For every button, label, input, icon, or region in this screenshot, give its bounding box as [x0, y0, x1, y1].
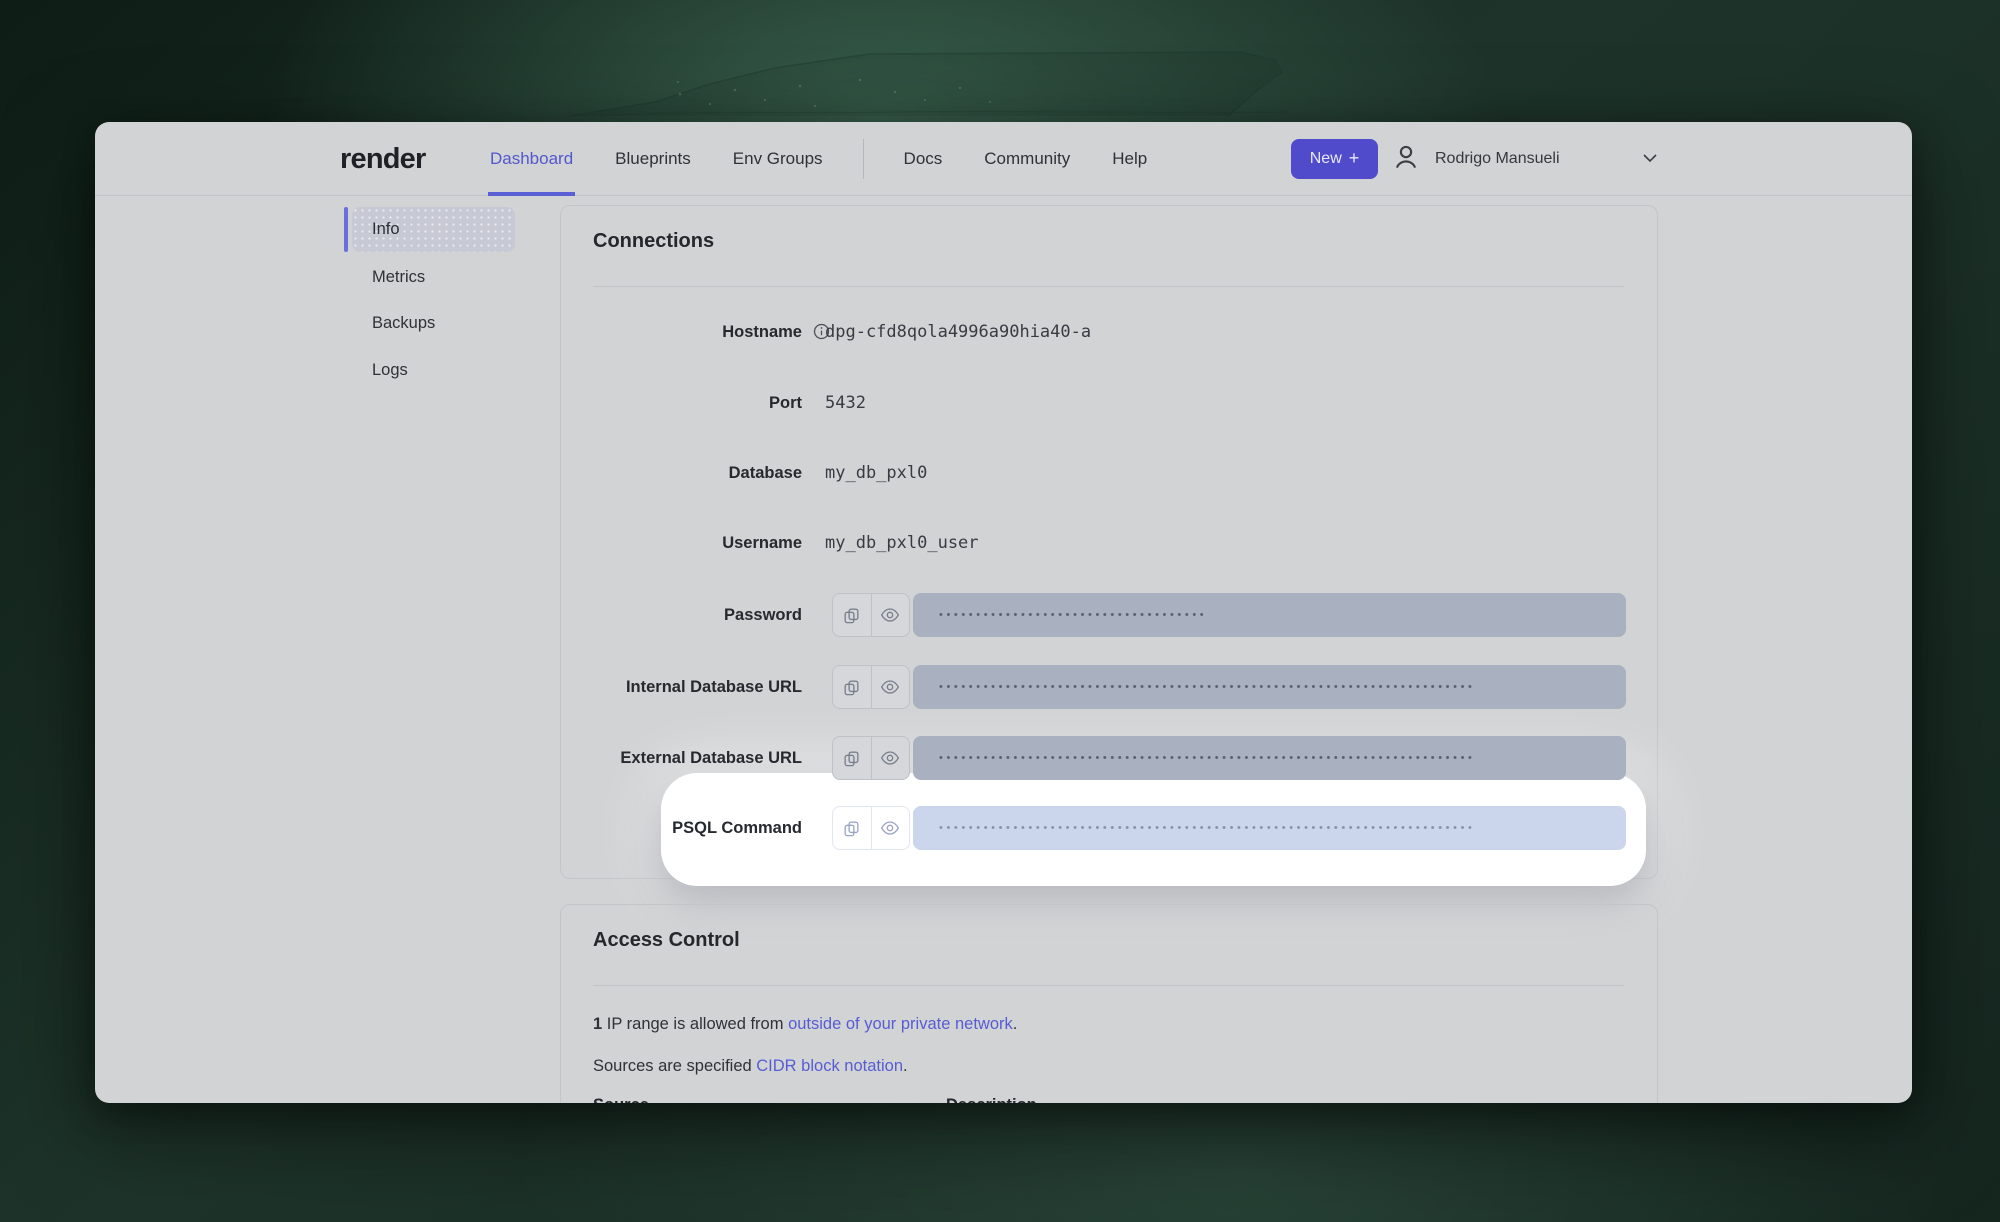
username-value: my_db_pxl0_user	[825, 521, 979, 565]
sidebar-item-info[interactable]: Info	[352, 207, 515, 252]
connection-row-username: Username my_db_pxl0_user	[561, 521, 1657, 565]
nav-community[interactable]: Community	[982, 122, 1072, 196]
password-masked-field: ••••••••••••••••••••••••••••••••••••	[913, 593, 1626, 637]
sources-line: Sources are specified CIDR block notatio…	[593, 1057, 908, 1076]
copy-icon[interactable]	[833, 737, 872, 779]
ip-range-line: 1 IP range is allowed from outside of yo…	[593, 1015, 1017, 1034]
port-label: Port	[561, 381, 802, 425]
hostname-label: Hostname	[561, 310, 802, 354]
connection-row-hostname: Hostname dpg-cfd8qola4996a90hia40-a	[561, 310, 1657, 354]
eye-icon[interactable]	[872, 594, 910, 636]
password-actions	[832, 593, 910, 637]
psql-command-masked-field: ••••••••••••••••••••••••••••••••••••••••…	[913, 806, 1626, 850]
plus-icon: +	[1349, 148, 1360, 169]
ip-range-count: 1	[593, 1015, 602, 1033]
sidebar-active-indicator	[344, 207, 348, 252]
nav-help[interactable]: Help	[1110, 122, 1149, 196]
access-control-card: Access Control 1 IP range is allowed fro…	[560, 904, 1658, 1103]
psql-command-label: PSQL Command	[561, 806, 802, 850]
copy-icon[interactable]	[833, 807, 872, 849]
copy-icon[interactable]	[833, 666, 872, 708]
sources-text: Sources are specified	[593, 1057, 756, 1075]
sidebar-item-metrics[interactable]: Metrics	[372, 266, 425, 288]
chevron-down-icon	[1642, 150, 1658, 168]
external-url-actions	[832, 736, 910, 780]
sidebar-item-backups[interactable]: Backups	[372, 312, 435, 334]
connection-row-external-url: External Database URL ••••••••••••••••••…	[561, 736, 1657, 780]
divider	[593, 286, 1624, 287]
copy-icon[interactable]	[833, 594, 872, 636]
user-icon	[1391, 142, 1421, 177]
username-label: Username	[561, 521, 802, 565]
internal-url-label: Internal Database URL	[561, 665, 802, 709]
connection-row-database: Database my_db_pxl0	[561, 451, 1657, 495]
divider	[593, 985, 1624, 986]
external-url-label: External Database URL	[561, 736, 802, 780]
connection-row-port: Port 5432	[561, 381, 1657, 425]
nav-divider	[863, 139, 864, 179]
connection-row-psql-command: PSQL Command •••••••••••••••••••••••••••…	[561, 806, 1657, 850]
new-button[interactable]: New +	[1291, 139, 1378, 179]
nav-dashboard[interactable]: Dashboard	[488, 122, 575, 196]
eye-icon[interactable]	[872, 666, 910, 708]
database-label: Database	[561, 451, 802, 495]
connection-row-password: Password •••••••••••••••••••••••••••••••…	[561, 593, 1657, 637]
user-name: Rodrigo Mansueli	[1435, 150, 1560, 168]
source-column-header: Source	[593, 1096, 649, 1103]
description-column-header: Description	[946, 1096, 1037, 1103]
eye-icon[interactable]	[872, 807, 910, 849]
connections-title: Connections	[593, 230, 714, 253]
connections-card: Connections Hostname dpg-cfd8qola4996a90…	[560, 205, 1658, 879]
psql-command-actions	[832, 806, 910, 850]
hostname-value: dpg-cfd8qola4996a90hia40-a	[825, 310, 1091, 354]
ip-range-suffix: .	[1013, 1015, 1018, 1033]
private-network-link[interactable]: outside of your private network	[788, 1015, 1013, 1033]
ip-range-text: IP range is allowed from	[602, 1015, 788, 1033]
password-label: Password	[561, 593, 802, 637]
internal-url-masked-field: ••••••••••••••••••••••••••••••••••••••••…	[913, 665, 1626, 709]
nav-blueprints[interactable]: Blueprints	[613, 122, 693, 196]
background-mesa-sketch	[560, 24, 1320, 124]
eye-icon[interactable]	[872, 737, 910, 779]
database-value: my_db_pxl0	[825, 451, 927, 495]
sidebar-item-logs[interactable]: Logs	[372, 359, 408, 381]
nav-docs[interactable]: Docs	[902, 122, 945, 196]
port-value: 5432	[825, 381, 866, 425]
cidr-notation-link[interactable]: CIDR block notation	[756, 1057, 903, 1075]
nav-env-groups[interactable]: Env Groups	[731, 122, 825, 196]
render-logo[interactable]: render	[340, 122, 425, 196]
sidebar-item-label: Info	[372, 220, 400, 239]
new-button-label: New	[1310, 150, 1342, 168]
connection-row-internal-url: Internal Database URL ••••••••••••••••••…	[561, 665, 1657, 709]
primary-nav: Dashboard Blueprints Env Groups Docs Com…	[488, 122, 1149, 196]
top-navbar: render Dashboard Blueprints Env Groups D…	[95, 122, 1912, 196]
access-control-title: Access Control	[593, 929, 740, 952]
app-window: render Dashboard Blueprints Env Groups D…	[95, 122, 1912, 1103]
user-menu[interactable]: Rodrigo Mansueli	[1391, 122, 1658, 196]
internal-url-actions	[832, 665, 910, 709]
external-url-masked-field: ••••••••••••••••••••••••••••••••••••••••…	[913, 736, 1626, 780]
sources-suffix: .	[903, 1057, 908, 1075]
